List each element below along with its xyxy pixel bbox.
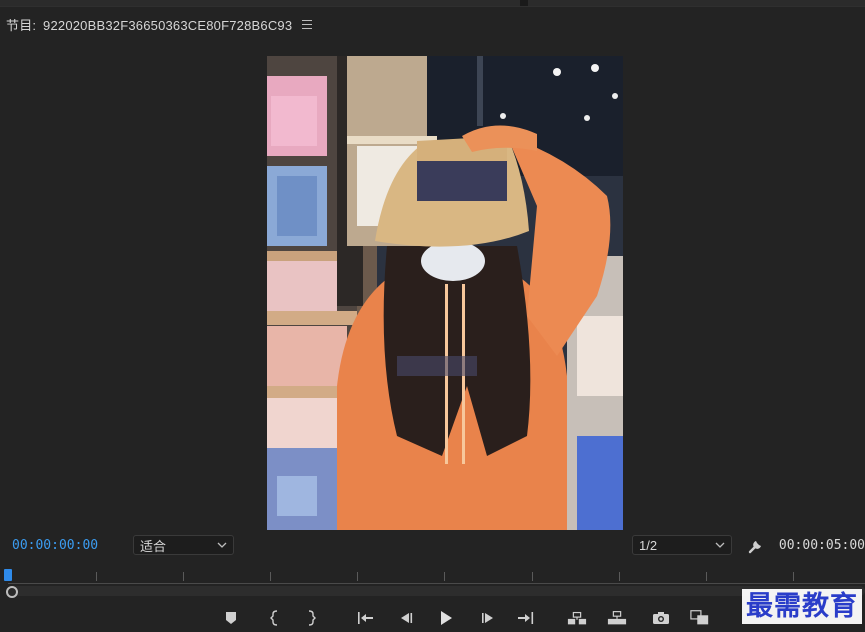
transport-controls [0, 606, 865, 630]
playback-resolution-dropdown[interactable]: 1/2 [632, 535, 732, 555]
mark-in-icon[interactable] [264, 609, 284, 627]
go-to-out-icon[interactable] [516, 609, 536, 627]
export-frame-icon[interactable] [651, 609, 671, 627]
mark-out-icon[interactable] [302, 609, 322, 627]
panel-top-strip [0, 0, 865, 7]
watermark-logo: 最需教育 [742, 589, 862, 624]
program-monitor-panel: 节目: 922020BB32F36650363CE80F728B6C93 00:… [0, 0, 865, 632]
chevron-down-icon [715, 542, 725, 548]
step-back-icon[interactable] [396, 609, 416, 627]
sequence-duration-timecode: 00:00:05:00 [778, 538, 865, 553]
video-frame-image [267, 56, 623, 530]
zoom-level-dropdown[interactable]: 适合 [133, 535, 234, 555]
zoom-scrollbar[interactable] [6, 586, 865, 596]
sequence-name: 922020BB32F36650363CE80F728B6C93 [43, 17, 293, 33]
overwrite-icon[interactable] [607, 609, 627, 627]
play-icon[interactable] [436, 609, 456, 627]
panel-title[interactable]: 节目: 922020BB32F36650363CE80F728B6C93 [6, 15, 292, 34]
monitor-controls-row: 00:00:00:00 适合 1/2 00:00:05:00 [0, 534, 865, 558]
playback-resolution-value: 1/2 [639, 537, 658, 553]
ruler-baseline [8, 583, 865, 584]
wrench-icon[interactable] [747, 537, 765, 555]
video-frame [267, 56, 623, 530]
step-forward-icon[interactable] [478, 609, 498, 627]
panel-header: 节目: 922020BB32F36650363CE80F728B6C93 [0, 8, 865, 40]
current-timecode[interactable]: 00:00:00:00 [12, 538, 98, 553]
program-viewer[interactable] [0, 40, 865, 535]
marker-icon[interactable] [221, 609, 241, 627]
chevron-down-icon [217, 542, 227, 548]
go-to-in-icon[interactable] [355, 609, 375, 627]
panel-title-prefix: 节目: [6, 17, 37, 33]
zoom-level-value: 适合 [140, 538, 167, 554]
zoom-scrollbar-handle[interactable] [6, 586, 18, 598]
hamburger-menu-icon[interactable] [302, 19, 313, 29]
playhead[interactable] [4, 569, 12, 581]
insert-icon[interactable] [567, 609, 587, 627]
compare-view-icon[interactable] [690, 609, 710, 627]
time-ruler[interactable] [0, 564, 865, 600]
